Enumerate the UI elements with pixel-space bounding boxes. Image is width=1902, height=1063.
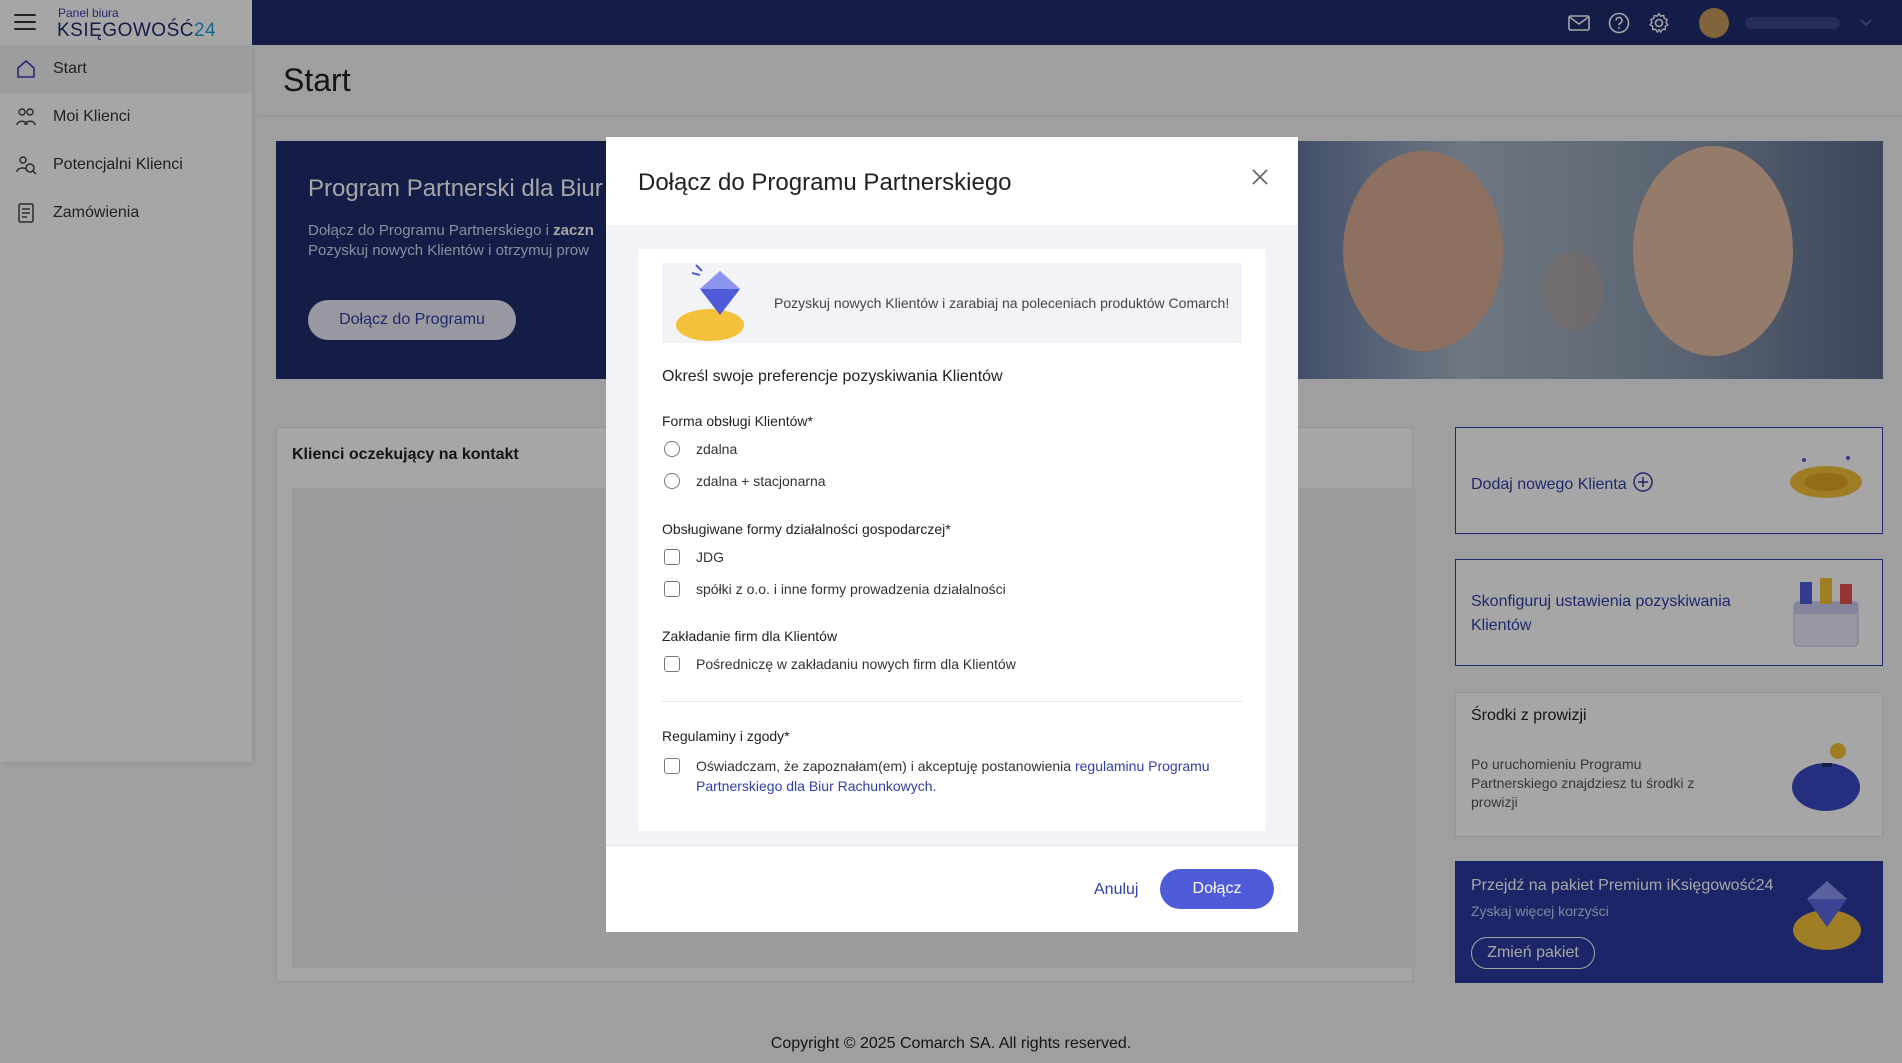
modal-title: Dołącz do Programu Partnerskiego: [638, 169, 1012, 196]
radio-remote-stationary[interactable]: zdalna + stacjonarna: [664, 473, 826, 489]
business-forms-label: Obsługiwane formy działalności gospodarc…: [662, 521, 951, 537]
terms-label: Regulaminy i zgody*: [662, 728, 790, 744]
join-program-modal: Dołącz do Programu Partnerskiego Pozysku…: [606, 137, 1298, 932]
checkbox[interactable]: [664, 656, 680, 672]
cancel-button[interactable]: Anuluj: [1084, 872, 1148, 908]
diamond-hand-icon: [672, 261, 756, 350]
close-icon[interactable]: [1248, 165, 1272, 189]
checkbox[interactable]: [664, 758, 680, 774]
service-form-label: Forma obsługi Klientów*: [662, 413, 813, 429]
radio-button[interactable]: [664, 441, 680, 457]
checkbox[interactable]: [664, 549, 680, 565]
checkbox-jdg[interactable]: JDG: [664, 549, 724, 565]
divider: [662, 701, 1242, 702]
modal-footer: Anuluj Dołącz: [606, 845, 1298, 932]
radio-button[interactable]: [664, 473, 680, 489]
join-button[interactable]: Dołącz: [1160, 869, 1274, 909]
checkbox-founding[interactable]: Pośredniczę w zakładaniu nowych firm dla…: [664, 656, 1016, 672]
radio-remote[interactable]: zdalna: [664, 441, 737, 457]
checkbox[interactable]: [664, 581, 680, 597]
preferences-heading: Określ swoje preferencje pozyskiwania Kl…: [662, 368, 1003, 385]
checkbox-terms[interactable]: Oświadczam, że zapoznałam(em) i akceptuj…: [664, 756, 1224, 796]
checkbox-companies[interactable]: spółki z o.o. i inne formy prowadzenia d…: [664, 581, 1006, 597]
promo-banner: Pozyskuj nowych Klientów i zarabiaj na p…: [662, 263, 1242, 343]
promo-text: Pozyskuj nowych Klientów i zarabiaj na p…: [774, 295, 1230, 311]
founding-label: Zakładanie firm dla Klientów: [662, 628, 838, 644]
